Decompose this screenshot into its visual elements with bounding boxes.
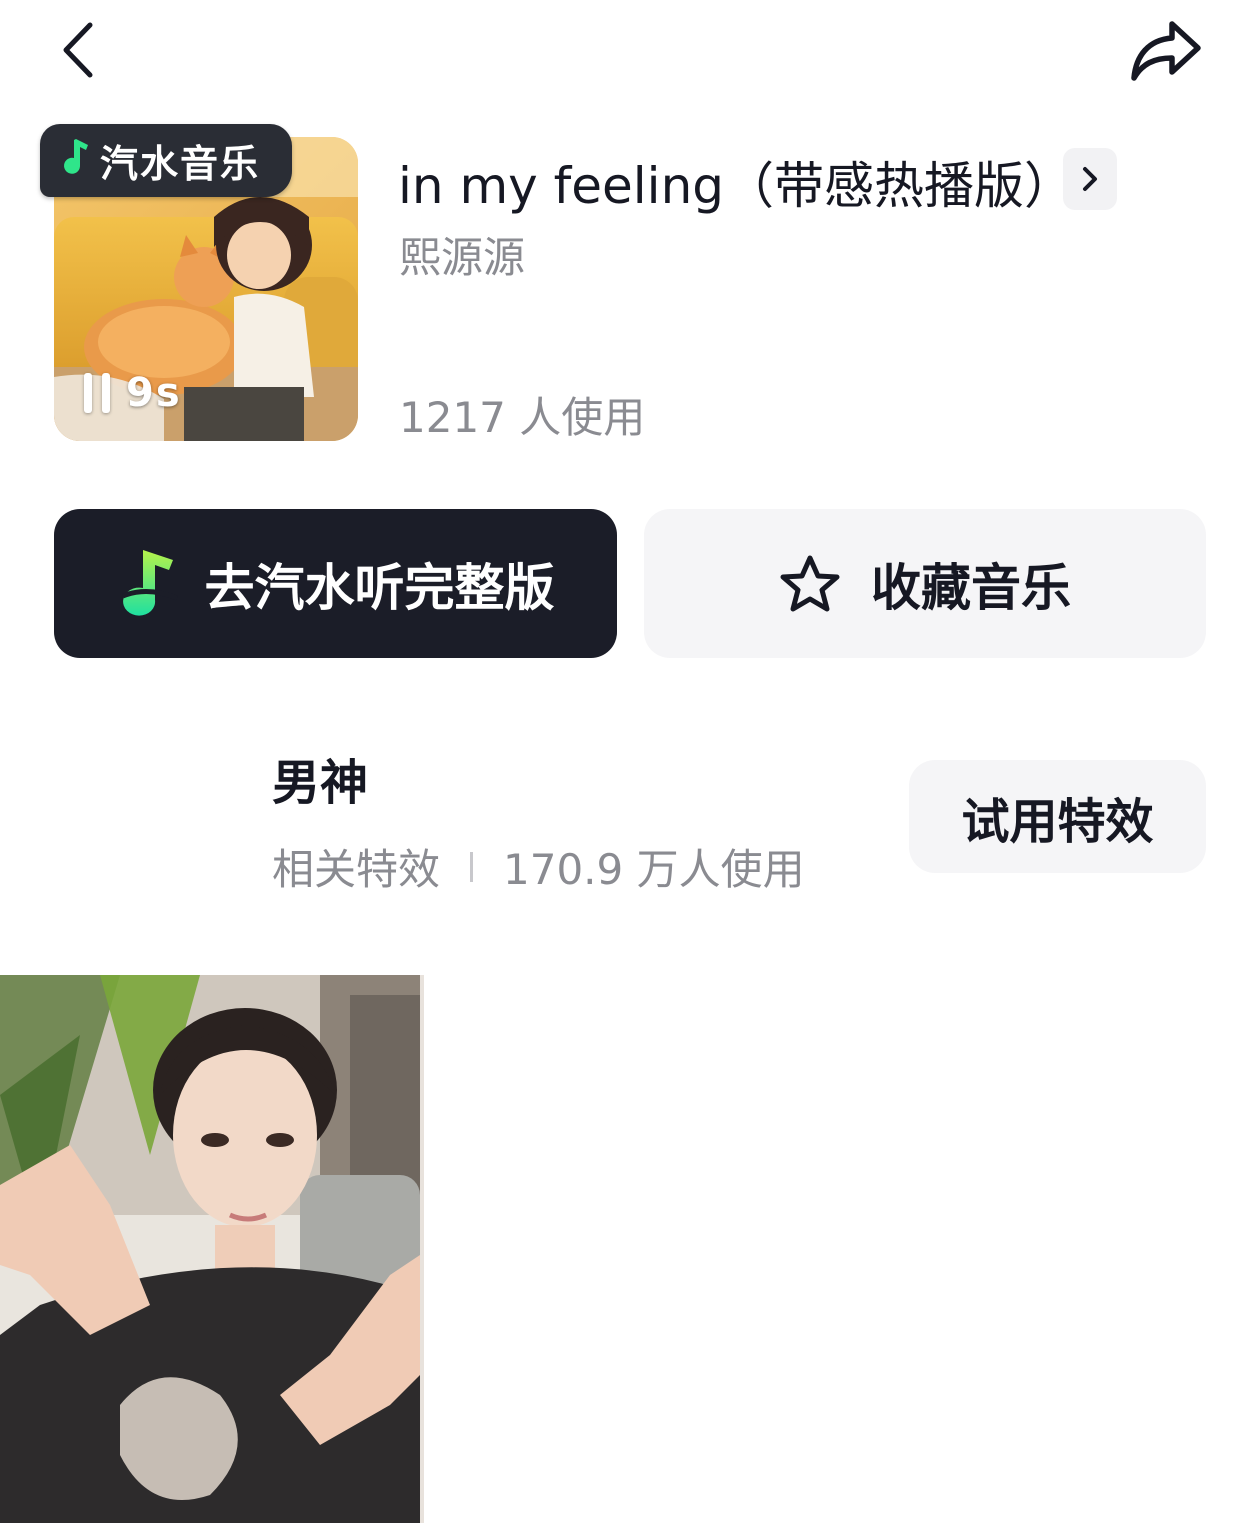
artist-name[interactable]: 熙源源 (399, 224, 525, 285)
pause-icon (84, 373, 110, 413)
thumbnail-divider (420, 975, 424, 1523)
effect-meta: 相关特效 170.9 万人使用 (272, 836, 805, 897)
listen-full-version-label: 去汽水听完整版 (204, 558, 555, 617)
song-title: in my feeling（带感热播版） (398, 157, 1075, 215)
music-note-icon (62, 137, 92, 184)
divider (470, 851, 474, 882)
video-thumbnail[interactable] (0, 975, 420, 1523)
usage-count: 1217 人使用 (399, 393, 646, 442)
chevron-right-icon (1083, 167, 1097, 191)
listen-full-version-button[interactable]: 去汽水听完整版 (54, 509, 617, 658)
star-icon (779, 554, 841, 614)
favorite-music-button[interactable]: 收藏音乐 (644, 509, 1206, 658)
music-app-badge: 汽水音乐 (40, 124, 292, 197)
effect-category: 相关特效 (272, 845, 441, 894)
preview-playback[interactable]: 9s (84, 368, 182, 418)
back-button[interactable] (40, 10, 116, 90)
try-effect-button[interactable]: 试用特效 (909, 760, 1206, 873)
favorite-music-label: 收藏音乐 (871, 558, 1071, 617)
song-detail-button[interactable] (1063, 148, 1117, 210)
share-arrow-icon (1131, 21, 1201, 81)
effect-name: 男神 (272, 755, 369, 811)
music-app-badge-label: 汽水音乐 (100, 142, 261, 186)
chevron-left-icon (63, 22, 93, 78)
share-button[interactable] (1116, 8, 1216, 94)
video-thumbnail-image (0, 975, 420, 1523)
effect-usage-count: 170.9 万人使用 (503, 845, 805, 894)
soda-music-logo-icon (117, 546, 183, 622)
preview-duration: 9s (126, 370, 182, 416)
